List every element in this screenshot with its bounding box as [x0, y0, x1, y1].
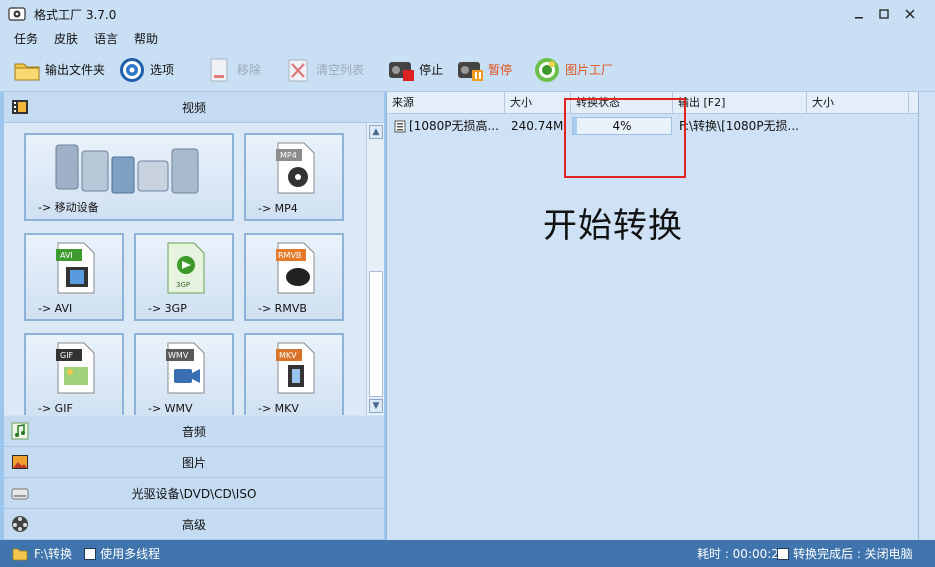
close-icon [905, 9, 915, 19]
gif-file-icon: GIF [56, 342, 95, 394]
category-audio[interactable]: 音频 [4, 416, 384, 447]
toolbar: 输出文件夹 选项 移除 清空列表 停止 暂停 图片工厂 [0, 48, 935, 92]
pause-button[interactable]: 暂停 [455, 53, 512, 87]
menu-help[interactable]: 帮助 [134, 30, 158, 47]
category-picture[interactable]: 图片 [4, 447, 384, 478]
scroll-up-arrow[interactable]: ▲ [369, 125, 383, 139]
status-bar: F:\转换 使用多线程 耗时 : 00:00:25 转换完成后 : 关闭电脑 [0, 540, 935, 567]
column-size[interactable]: 大小 [505, 92, 571, 114]
title-bar: 格式工厂 3.7.0 [0, 0, 935, 28]
after-done-checkbox[interactable] [777, 547, 789, 560]
app-logo-icon [8, 7, 26, 21]
after-done-label: 转换完成后 : 关闭电脑 [793, 547, 913, 561]
menu-task[interactable]: 任务 [14, 30, 38, 47]
column-output-size[interactable]: 大小 [807, 92, 909, 114]
stop-icon [389, 61, 415, 81]
svg-text:WMV: WMV [168, 351, 189, 360]
svg-text:RMVB: RMVB [278, 251, 301, 260]
options-button[interactable]: 选项 [117, 53, 174, 87]
category-advanced[interactable]: 高级 [4, 509, 384, 540]
elapsed-time: 耗时 : 00:00:25 [697, 547, 787, 561]
menu-bar: 任务 皮肤 语言 帮助 [0, 28, 935, 48]
close-button[interactable] [897, 4, 923, 24]
annotation-text: 开始转换 [543, 206, 683, 246]
mobile-devices-icon [55, 144, 199, 194]
tile-mp4[interactable]: MP4 -> MP4 [244, 133, 344, 221]
svg-text:GIF: GIF [60, 351, 74, 360]
remove-icon [210, 58, 228, 81]
avi-file-icon: AVI [56, 242, 95, 294]
menu-language[interactable]: 语言 [94, 30, 118, 47]
row-source: [1080P无损高... [409, 119, 499, 133]
film-icon [12, 100, 28, 114]
pause-icon [458, 61, 484, 81]
tile-rmvb[interactable]: RMVB -> RMVB [244, 233, 344, 321]
disc-drive-icon [11, 488, 29, 500]
clear-list-button[interactable]: 清空列表 [283, 53, 364, 87]
row-output: F:\转换\[1080P无损... [679, 119, 800, 133]
right-edge-scrollbar[interactable] [918, 92, 935, 540]
output-folder-button[interactable]: 输出文件夹 [12, 53, 105, 87]
gear-icon [120, 57, 145, 82]
music-note-icon [11, 422, 29, 440]
mp4-file-icon: MP4 [276, 142, 315, 194]
category-panel: 视频 -> 移动设备 MP4 -> MP4 AVI -> AVI 3GP -> … [4, 92, 384, 540]
svg-text:3GP: 3GP [176, 281, 190, 289]
row-size: 240.74M [511, 119, 564, 133]
multithread-label: 使用多线程 [100, 547, 161, 561]
tile-mobile-device[interactable]: -> 移动设备 [24, 133, 234, 221]
tile-scrollbar[interactable]: ▲ ▼ [366, 123, 384, 415]
task-list-panel: 来源 大小 转换状态 输出 [F2] 大小 [1080P无损高... 240.7… [386, 92, 919, 540]
tile-3gp[interactable]: 3GP -> 3GP [134, 233, 234, 321]
menu-skin[interactable]: 皮肤 [54, 30, 78, 47]
tile-avi[interactable]: AVI -> AVI [24, 233, 124, 321]
highlight-box [564, 98, 686, 178]
scroll-down-arrow[interactable]: ▼ [369, 399, 383, 413]
picture-icon [12, 455, 28, 469]
remove-button[interactable]: 移除 [204, 53, 261, 87]
maximize-icon [879, 9, 889, 19]
stop-button[interactable]: 停止 [386, 53, 443, 87]
3gp-file-icon: 3GP [167, 242, 205, 294]
minimize-icon [855, 17, 863, 19]
picture-factory-icon [535, 57, 560, 82]
column-output[interactable]: 输出 [F2] [673, 92, 807, 114]
scroll-thumb[interactable] [369, 271, 383, 397]
output-path[interactable]: F:\转换 [34, 545, 72, 562]
clear-list-icon [288, 59, 308, 81]
multithread-checkbox[interactable] [84, 547, 97, 560]
window-title: 格式工厂 3.7.0 [34, 7, 117, 22]
picture-factory-button[interactable]: 图片工厂 [532, 53, 613, 87]
svg-text:AVI: AVI [60, 251, 73, 260]
tile-wmv[interactable]: WMV -> WMV [134, 333, 234, 415]
rmvb-file-icon: RMVB [276, 242, 315, 294]
tile-mkv[interactable]: MKV -> MKV [244, 333, 344, 415]
wmv-file-icon: WMV [166, 342, 205, 394]
film-reel-icon [12, 516, 28, 532]
mkv-file-icon: MKV [276, 342, 315, 394]
tile-gif[interactable]: GIF -> GIF [24, 333, 124, 415]
category-disc[interactable]: 光驱设备\DVD\CD\ISO [4, 478, 384, 509]
maximize-button[interactable] [871, 4, 897, 24]
format-tile-grid: -> 移动设备 MP4 -> MP4 AVI -> AVI 3GP -> 3GP… [4, 123, 366, 415]
folder-icon [14, 63, 40, 80]
minimize-button[interactable] [846, 4, 872, 24]
svg-text:MKV: MKV [279, 351, 297, 360]
category-video[interactable]: 视频 [4, 92, 384, 123]
folder-small-icon [12, 548, 28, 560]
svg-text:MP4: MP4 [280, 151, 297, 160]
column-source[interactable]: 来源 [387, 92, 505, 114]
